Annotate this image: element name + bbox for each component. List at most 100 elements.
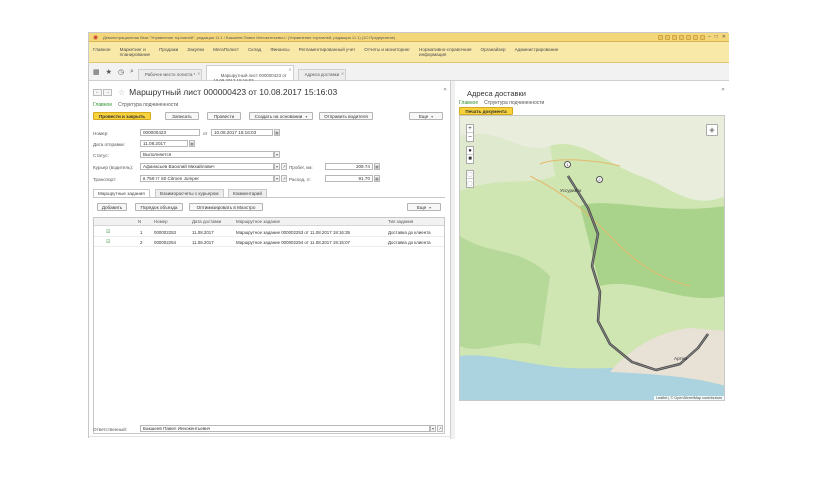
info-icon[interactable] — [699, 34, 705, 40]
chevron-down-icon[interactable]: ▾ — [430, 425, 436, 432]
depart-date-field[interactable]: 11.08.2017 — [140, 140, 188, 147]
grid-menu-icon[interactable]: ▦ — [93, 68, 100, 76]
col-task-type[interactable]: Тип задания — [388, 218, 413, 226]
section-sales[interactable]: Продажи — [159, 47, 178, 52]
tab-label: Рабочее место логиста * — [144, 72, 196, 77]
close-icon[interactable]: ✕ — [721, 87, 725, 93]
table-row[interactable]: ☑ 1 000002253 11.08.2017 Маршрутное зада… — [94, 228, 444, 237]
tab-route-sheet[interactable]: Маршрутный лист 000000423 от 10.08.2017 … — [206, 65, 294, 83]
link-main[interactable]: Главное — [459, 100, 478, 106]
close-icon[interactable]: ✕ — [197, 71, 200, 76]
send-driver-button[interactable]: Отправить водителя — [319, 112, 373, 120]
create-based-button[interactable]: Создать на основании ▾ — [249, 112, 313, 120]
route-tasks-table[interactable]: N Номер Дата доставки Маршрутное задание… — [93, 217, 445, 434]
link-structure[interactable]: Структура подчиненности — [118, 102, 178, 108]
close-window-icon[interactable]: ✕ — [722, 34, 726, 40]
section-admin[interactable]: Администрирование — [515, 47, 559, 52]
tab-comment[interactable]: Комментарий — [228, 189, 267, 197]
close-icon[interactable]: ✕ — [443, 87, 447, 93]
forward-arrow-icon[interactable]: → — [103, 88, 112, 96]
section-purchases[interactable]: Закупки — [187, 47, 204, 52]
calculator-icon[interactable]: ▦ — [374, 163, 380, 170]
section-organizer[interactable]: Органайзер — [481, 47, 506, 52]
save-button[interactable]: Записать — [165, 112, 199, 120]
bell-icon[interactable] — [692, 34, 698, 40]
link-main[interactable]: Главное — [93, 102, 112, 108]
map-marker-1[interactable]: 1 — [564, 161, 571, 168]
table-row[interactable]: ☑ 2 000002254 11.08.2017 Маршрутное зада… — [94, 238, 444, 247]
minimize-icon[interactable]: – — [708, 34, 711, 40]
mileage-field[interactable]: 209.74 — [325, 163, 373, 170]
transport-label: Транспорт: — [93, 177, 117, 182]
close-icon[interactable]: ✕ — [288, 67, 291, 72]
calendar-icon[interactable]: ▦ — [274, 129, 280, 136]
section-main[interactable]: Главное — [93, 47, 111, 52]
marker-tool-icon[interactable]: ● — [467, 147, 473, 155]
map-marker-2[interactable]: 2 — [596, 176, 603, 183]
square-tool-icon[interactable]: ■ — [467, 155, 473, 163]
post-button[interactable]: Провести — [207, 112, 241, 120]
section-reference[interactable]: Нормативно-справочная информация — [419, 47, 471, 57]
tab-settlements[interactable]: Взаиморасчеты с курьером — [155, 189, 224, 197]
number-field[interactable]: 000000423 — [140, 129, 200, 136]
chevron-down-icon: ▾ — [431, 113, 434, 119]
col-delivery-date[interactable]: Дата доставки — [192, 218, 221, 226]
col-number[interactable]: Номер — [154, 218, 168, 226]
tab-logist-workplace[interactable]: Рабочее место логиста * ✕ — [137, 69, 203, 80]
transport-field[interactable]: в 759 тт 50 Citroen Jumper — [140, 175, 274, 182]
calc-icon[interactable] — [678, 34, 684, 40]
history-icon[interactable] — [671, 34, 677, 40]
status-select[interactable]: Выполняется — [140, 151, 274, 158]
tab-route-tasks[interactable]: Маршрутные задания — [93, 189, 150, 197]
fuel-field[interactable]: 91.70 — [325, 175, 373, 182]
zoom-in-icon[interactable]: + — [467, 125, 473, 133]
open-link-icon[interactable]: ↗ — [437, 425, 443, 432]
print-document-button[interactable]: Печать документа — [459, 107, 513, 115]
section-finance[interactable]: Финансы — [270, 47, 289, 52]
home-icon[interactable] — [657, 34, 663, 40]
favorites-star-icon[interactable]: ★ — [106, 68, 112, 76]
delivery-map[interactable]: + – ● ■ ▢ ▢ ◈ 1 2 Уссурийск Артем Leafle… — [459, 115, 725, 401]
maximize-icon[interactable]: □ — [715, 34, 718, 40]
favorite-star-icon[interactable]: ☆ — [118, 88, 125, 97]
chevron-down-icon[interactable]: ▾ — [274, 151, 280, 158]
edit-layers-icon[interactable]: ▢ — [467, 171, 473, 179]
section-regulated[interactable]: Регламентированный учет — [299, 47, 356, 52]
section-reports[interactable]: Отчеты и мониторинг — [364, 47, 410, 52]
calendar-icon[interactable]: ▦ — [189, 140, 195, 147]
star-icon[interactable] — [664, 34, 670, 40]
tab-delivery-addresses[interactable]: Адреса доставки ✕ — [297, 69, 347, 80]
section-megapolist[interactable]: МегаПолист — [213, 47, 239, 52]
chevron-down-icon[interactable]: ▾ — [274, 163, 280, 170]
row-n: 2 — [140, 240, 143, 245]
courier-field[interactable]: Афанасьев Василий Михайлович — [140, 163, 274, 170]
delete-layers-icon[interactable]: ▢ — [467, 179, 473, 187]
back-arrow-icon[interactable]: ← — [93, 88, 102, 96]
map-attribution[interactable]: Leaflet | © OpenStreetMap contributors — [653, 396, 724, 400]
row-task: Маршрутное задание 000002253 от 11.08.20… — [236, 230, 350, 235]
calendar-icon[interactable] — [685, 34, 691, 40]
zoom-out-icon[interactable]: – — [467, 133, 473, 141]
grid-more-button[interactable]: Еще ▾ — [407, 203, 441, 211]
col-n[interactable]: N — [138, 218, 141, 226]
search-icon[interactable]: ⌕ — [130, 68, 134, 76]
responsible-field[interactable]: Бакшеев Павел Иннокентьевич — [140, 425, 430, 432]
optimize-maestro-button[interactable]: Оптимизировать в Маэстро — [189, 203, 263, 211]
app-logo-icon[interactable]: ◉ — [91, 34, 100, 41]
add-button[interactable]: Добавить — [97, 203, 127, 211]
route-order-button[interactable]: Порядок объезда — [135, 203, 183, 211]
open-link-icon[interactable]: ↗ — [281, 163, 287, 170]
link-structure[interactable]: Структура подчиненности — [484, 100, 544, 106]
section-warehouse[interactable]: Склад — [248, 47, 261, 52]
col-route-task[interactable]: Маршрутное задание — [236, 218, 280, 226]
open-link-icon[interactable]: ↗ — [281, 175, 287, 182]
layers-icon[interactable]: ◈ — [706, 124, 718, 136]
post-and-close-button[interactable]: Провести и закрыть — [93, 112, 151, 120]
more-button[interactable]: Еще ▾ — [409, 112, 443, 120]
chevron-down-icon[interactable]: ▾ — [274, 175, 280, 182]
history-clock-icon[interactable]: ◷ — [118, 68, 124, 76]
date-field[interactable]: 10.08.2017 15:16:03 — [211, 129, 273, 136]
calculator-icon[interactable]: ▦ — [374, 175, 380, 182]
close-icon[interactable]: ✕ — [341, 71, 344, 76]
section-marketing[interactable]: Маркетинг и планирование — [120, 47, 151, 57]
